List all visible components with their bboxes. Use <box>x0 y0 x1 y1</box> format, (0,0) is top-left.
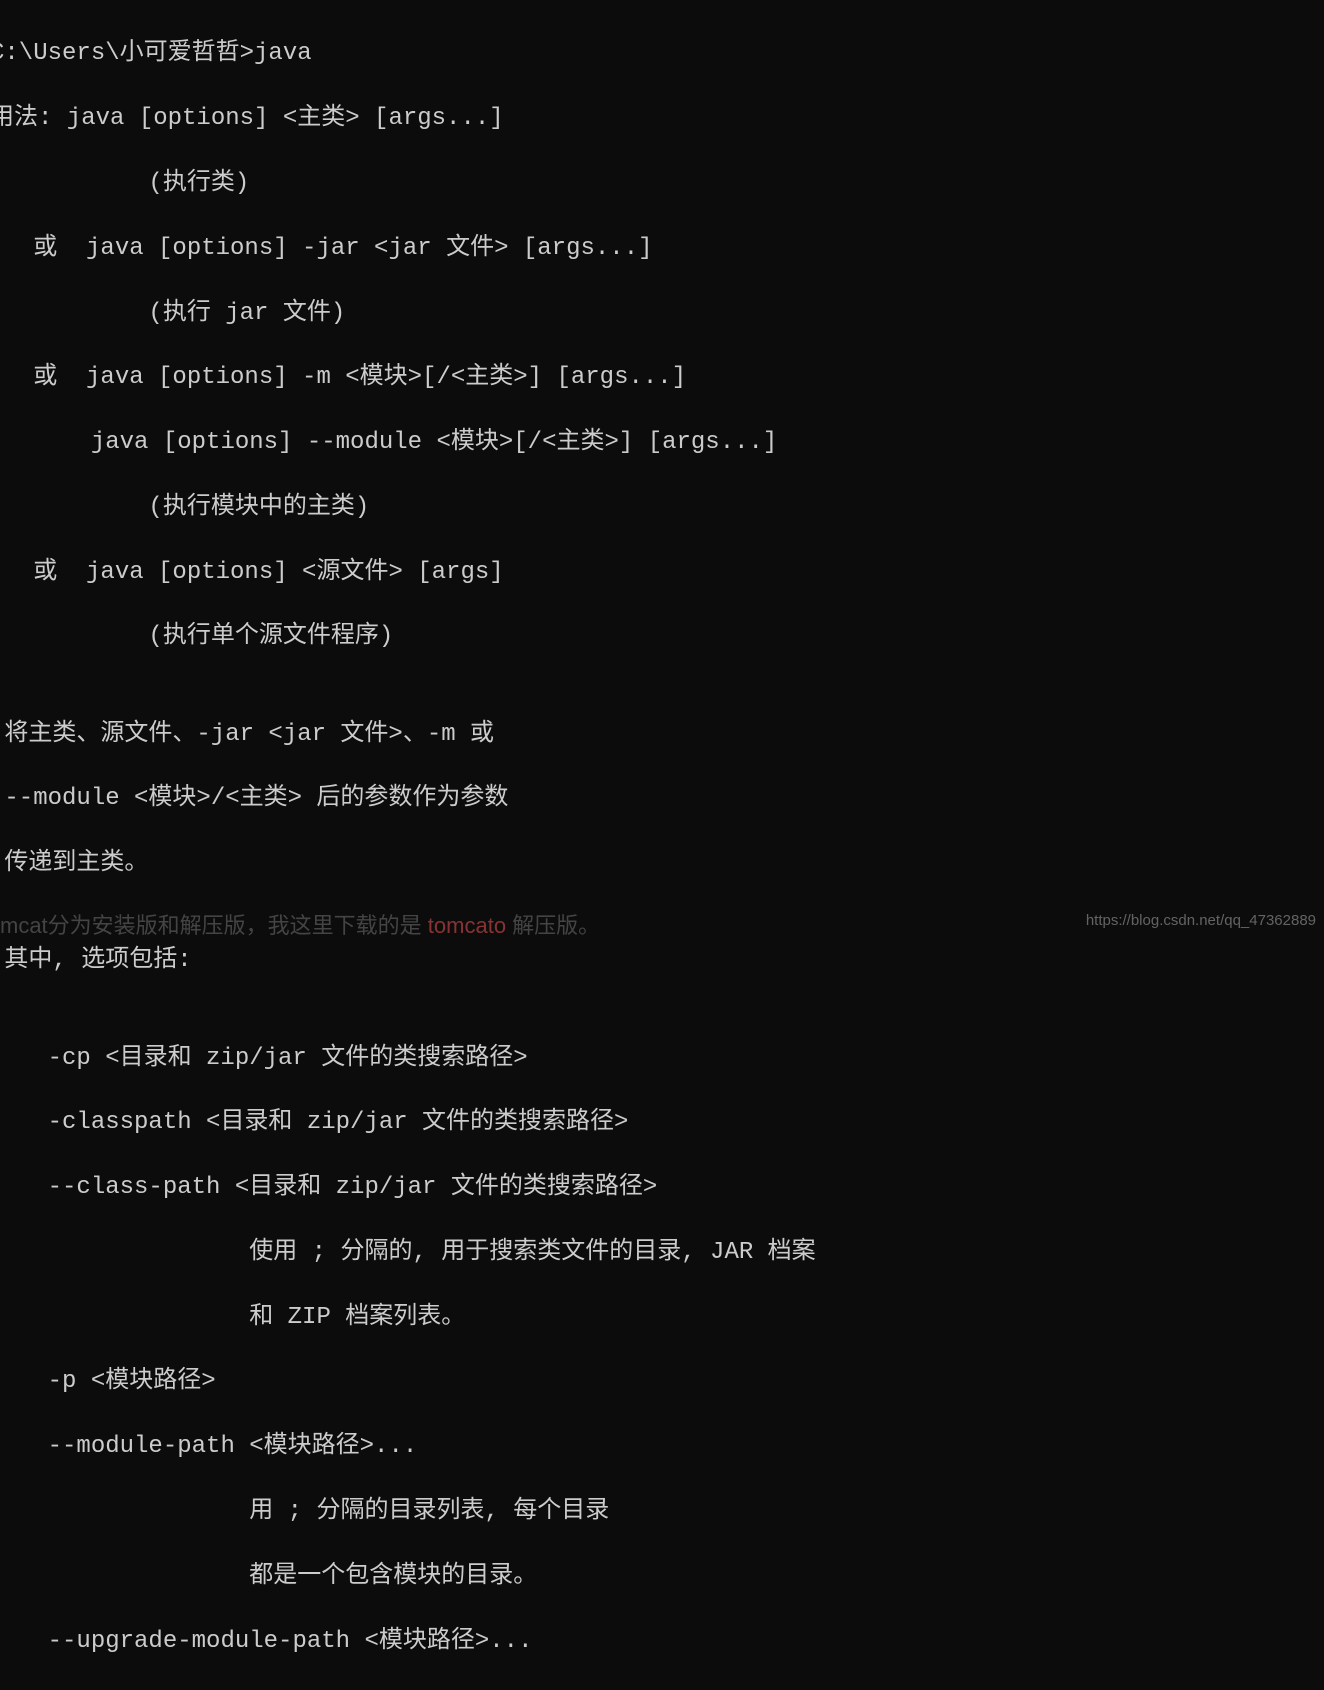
terminal-line: (执行 jar 文件) <box>0 298 1324 330</box>
watermark: https://blog.csdn.net/qq_47362889 <box>1086 911 1316 931</box>
terminal-line: 用法: java [options] <主类> [args...] <box>0 103 1324 135</box>
terminal-line: 用 ; 分隔的目录列表, 每个目录 <box>0 1496 1324 1528</box>
terminal-line: 传递到主类。 <box>0 848 1324 880</box>
terminal-line: (执行模块中的主类) <box>0 492 1324 524</box>
terminal-line: 和 ZIP 档案列表。 <box>0 1302 1324 1334</box>
terminal-line: --class-path <目录和 zip/jar 文件的类搜索路径> <box>0 1172 1324 1204</box>
terminal-line: 或 java [options] -m <模块>[/<主类>] [args...… <box>0 362 1324 394</box>
terminal-line: 其中, 选项包括: <box>0 945 1324 977</box>
terminal-line: -p <模块路径> <box>0 1366 1324 1398</box>
terminal-line: C:\Users\小可爱哲哲>java <box>0 38 1324 70</box>
terminal-line: (执行类) <box>0 168 1324 200</box>
terminal-line: --module-path <模块路径>... <box>0 1431 1324 1463</box>
terminal-line: --upgrade-module-path <模块路径>... <box>0 1626 1324 1658</box>
terminal-line: 或 java [options] -jar <jar 文件> [args...] <box>0 233 1324 265</box>
terminal-line: 使用 ; 分隔的, 用于搜索类文件的目录, JAR 档案 <box>0 1237 1324 1269</box>
terminal-line: -classpath <目录和 zip/jar 文件的类搜索路径> <box>0 1107 1324 1139</box>
terminal-line: --module <模块>/<主类> 后的参数作为参数 <box>0 783 1324 815</box>
terminal-line: (执行单个源文件程序) <box>0 621 1324 653</box>
terminal-line: -cp <目录和 zip/jar 文件的类搜索路径> <box>0 1043 1324 1075</box>
terminal-line: 都是一个包含模块的目录。 <box>0 1561 1324 1593</box>
terminal-line: 或 java [options] <源文件> [args] <box>0 557 1324 589</box>
terminal-line: java [options] --module <模块>[/<主类>] [arg… <box>0 427 1324 459</box>
terminal-line: 将主类、源文件、-jar <jar 文件>、-m 或 <box>0 719 1324 751</box>
terminal-output: C:\Users\小可爱哲哲>java 用法: java [options] <… <box>0 6 1324 1690</box>
partial-text: mcat分为安装版和解压版，我这里下载的是 tomcato 解压版。 <box>0 911 600 941</box>
